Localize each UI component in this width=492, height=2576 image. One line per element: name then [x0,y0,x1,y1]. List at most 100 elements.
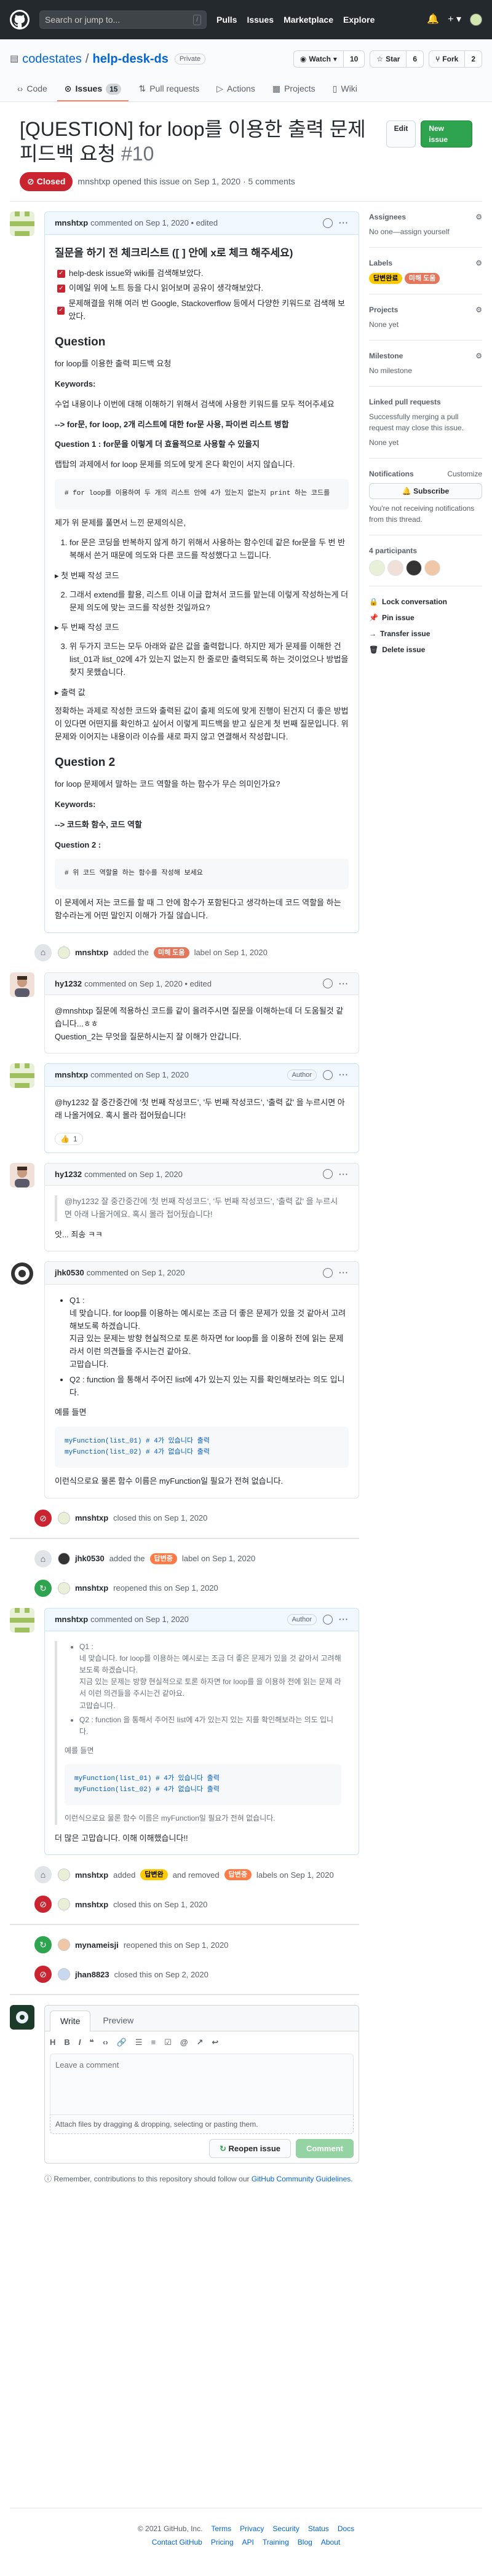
label-badge[interactable]: 답변중 [149,1553,177,1565]
saved-reply-icon[interactable]: ↩ [212,2036,218,2049]
quote-icon[interactable]: ❝ [89,2036,94,2049]
participant-avatar[interactable] [369,560,385,576]
search-input[interactable]: Search or jump to... / [39,10,207,29]
pin-issue-link[interactable]: 📌 Pin issue [369,612,482,623]
comment-timestamp[interactable]: commented on Sep 1, 2020 [90,1613,189,1626]
avatar[interactable] [58,1869,70,1881]
watch-count[interactable]: 10 [343,51,365,67]
star-count[interactable]: 6 [406,51,424,67]
event-actor[interactable]: mnshtxp [75,1512,108,1524]
tab-issues[interactable]: ⊙ Issues 15 [57,77,129,101]
comment-timestamp[interactable]: commented on Sep 1, 2020 [87,1267,185,1279]
comment-timestamp[interactable]: commented on Sep 1, 2020 • edited [90,217,218,229]
avatar[interactable] [58,1582,70,1595]
avatar[interactable] [58,1968,70,1981]
tab-actions[interactable]: ▷ Actions [209,77,263,101]
avatar[interactable] [58,946,70,959]
nav-issues[interactable]: Issues [247,14,274,26]
avatar[interactable] [10,2005,34,2030]
header-icon[interactable]: H [50,2036,55,2049]
mention-icon[interactable]: @ [180,2036,188,2049]
delete-issue-link[interactable]: 🗑 Delete issue [369,644,482,655]
footer-link[interactable]: Docs [338,2523,354,2534]
add-reaction-icon[interactable] [323,1268,333,1278]
task-list-icon[interactable]: ☑ [164,2036,172,2049]
comment-author[interactable]: hy1232 [55,978,82,990]
avatar[interactable] [10,972,34,997]
checkbox-checked-icon[interactable]: ✓ [57,285,65,293]
gear-icon[interactable]: ⚙ [475,304,482,315]
event-actor[interactable]: jhk0530 [75,1553,105,1565]
avatar[interactable] [10,1608,34,1633]
add-reaction-icon[interactable] [323,979,333,989]
transfer-issue-link[interactable]: → Transfer issue [369,628,482,639]
footer-link[interactable]: Blog [298,2537,312,2548]
github-logo-icon[interactable] [10,10,30,30]
participant-avatar[interactable] [406,560,422,576]
italic-icon[interactable]: I [79,2036,81,2049]
comment-author[interactable]: mnshtxp [55,1613,88,1626]
footer-link[interactable]: Training [263,2537,289,2548]
avatar[interactable] [10,1162,34,1188]
details-summary[interactable]: ▸ 첫 번째 작성 코드 [55,570,349,583]
footer-link[interactable]: Pricing [211,2537,234,2548]
bold-icon[interactable]: B [64,2036,69,2049]
user-avatar-menu[interactable] [470,14,482,26]
participant-avatar[interactable] [424,560,440,576]
lock-conversation-link[interactable]: 🔒 Lock conversation [369,596,482,607]
file-attach-area[interactable]: Attach files by dragging & dropping, sel… [50,2114,354,2134]
tab-wiki[interactable]: ▯ Wiki [325,77,365,101]
checkbox-checked-icon[interactable]: ✓ [57,306,65,315]
avatar[interactable] [58,1939,70,1952]
star-button[interactable]: ☆ Star 6 [370,50,424,68]
subscribe-button[interactable]: 🔔 Subscribe [369,483,482,499]
gear-icon[interactable]: ⚙ [475,350,482,361]
fork-count[interactable]: 2 [464,51,482,67]
comment-author[interactable]: mnshtxp [55,217,88,229]
add-reaction-icon[interactable] [323,1614,333,1625]
footer-link[interactable]: API [242,2537,254,2548]
assignees-text[interactable]: No one—assign yourself [369,226,482,237]
event-actor[interactable]: jhan8823 [75,1969,109,1981]
tab-preview[interactable]: Preview [93,2011,143,2031]
comment-author[interactable]: mnshtxp [55,1069,88,1081]
kebab-menu-icon[interactable]: ··· [339,1168,349,1181]
comment-author[interactable]: hy1232 [55,1168,82,1181]
add-reaction-icon[interactable] [323,1070,333,1081]
details-summary[interactable]: ▸ 출력 값 [55,687,349,699]
checkbox-checked-icon[interactable]: ✓ [57,269,65,278]
create-new-plus-icon[interactable]: + ▾ [448,12,461,27]
label-badge[interactable]: 미해 도움 [404,273,440,284]
footer-link[interactable]: Terms [211,2523,231,2534]
add-reaction-icon[interactable] [323,1169,333,1180]
guidelines-link[interactable]: GitHub Community Guidelines. [252,2175,353,2183]
gear-icon[interactable]: ⚙ [475,258,482,269]
cross-reference-icon[interactable]: ↗ [197,2036,204,2049]
fork-button[interactable]: ⑂ Fork 2 [429,50,482,68]
footer-link[interactable]: Privacy [240,2523,264,2534]
new-issue-button[interactable]: New issue [421,120,472,148]
avatar[interactable] [10,211,34,236]
customize-link[interactable]: Customize [447,468,482,479]
comment-timestamp[interactable]: commented on Sep 1, 2020 [90,1069,189,1081]
thumbs-up-reaction[interactable]: 👍 1 [55,1132,83,1145]
footer-link[interactable]: Contact GitHub [152,2537,202,2548]
participant-avatar[interactable] [387,560,403,576]
comment-textarea[interactable]: Leave a comment [50,2053,354,2115]
event-actor[interactable]: mnshtxp [75,947,108,959]
event-actor[interactable]: mnshtxp [75,1869,108,1881]
tab-write[interactable]: Write [50,2011,91,2032]
event-actor[interactable]: mynameisji [75,1939,119,1952]
label-badge[interactable]: 미해 도움 [154,947,189,958]
comment-author[interactable]: jhk0530 [55,1267,84,1279]
event-actor[interactable]: mnshtxp [75,1582,108,1594]
nav-pulls[interactable]: Pulls [216,14,237,26]
label-badge[interactable]: 답변완료 [369,273,403,284]
comment-submit-button[interactable]: Comment [296,2138,354,2159]
footer-link[interactable]: Status [308,2523,329,2534]
tab-pull-requests[interactable]: ⇅ Pull requests [131,77,207,101]
kebab-menu-icon[interactable]: ··· [339,1613,349,1626]
avatar[interactable] [58,1553,70,1566]
label-badge[interactable]: 답변완 [140,1869,168,1881]
repo-name-link[interactable]: help-desk-ds [92,50,168,68]
